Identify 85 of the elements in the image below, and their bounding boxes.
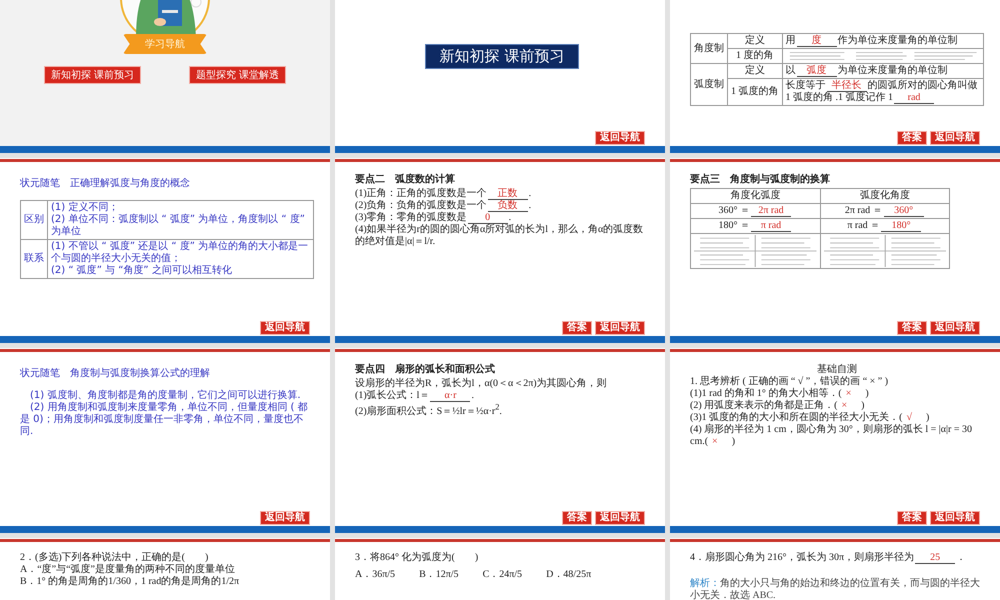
text-line: (3)零角：零角的弧度数是 0 . <box>355 212 512 224</box>
section-heading: 基础自测 <box>816 362 858 376</box>
answer-text: √ <box>906 412 912 423</box>
answer-text: × <box>840 400 848 411</box>
table-cell: 弧度制 <box>690 64 728 106</box>
note-title: 状元随笔 角度制与弧度制换算公式的理解 <box>20 366 211 380</box>
answer-text: 半径长 <box>826 80 866 92</box>
answer-text: π rad <box>751 220 791 232</box>
answer-text: 360° <box>884 205 924 217</box>
text-line: 以 弧度 为单位来度量角的单位制 <box>786 65 948 77</box>
text-line: 1 度的角 <box>735 50 774 62</box>
text-line: (1)正角：正角的弧度数是一个 正数 . <box>355 188 532 200</box>
text-line: 2．(多选)下列各种说法中，正确的是( ) <box>20 552 210 564</box>
note-title: 状元随笔 正确理解弧度与角度的概念 <box>20 176 191 190</box>
answer-text: × <box>711 436 719 447</box>
nav-link[interactable]: 题型探究 课堂解透 <box>189 66 286 84</box>
text-line: 设扇形的半径为R，弧长为l，α(0＜α＜2π)为其圆心角，则 <box>355 378 608 390</box>
answer-text: 25 <box>915 552 956 564</box>
text-line: 360° ＝ 2π rad <box>694 205 816 217</box>
option-text: C．24π/5 <box>482 568 522 581</box>
text-line: 定义 <box>744 65 766 77</box>
answer-text: α·r <box>430 390 470 402</box>
text-line: (1) 不管以 “ 弧度” 还是以 “ 度” 为单位的角的大小都是一个与圆的半径大小无关的值； <box>51 241 310 264</box>
option-text: D．48/25π <box>546 568 592 581</box>
section-heading: 要点三 角度制与弧度制的换算 <box>690 172 831 186</box>
answer-text: 180° <box>881 220 922 232</box>
nav-button[interactable]: 答案 <box>897 131 927 145</box>
nav-button[interactable]: 返回导航 <box>930 321 980 335</box>
text-line: 3．将864° 化为弧度为( ) <box>355 552 480 564</box>
analysis-text: 解析：角的大小只与角的始边和终边的位置有关，而与圆的半径大小无关．故选 ABC. <box>690 578 981 600</box>
table-cell: 角度制 <box>690 34 728 64</box>
nav-button[interactable]: 答案 <box>897 511 927 525</box>
nav-button[interactable]: 答案 <box>897 321 927 335</box>
nav-link[interactable]: 新知初探 课前预习 <box>44 66 141 84</box>
text-line: 1. 思考辨析 ( 正确的画 “ √ ”，错误的画 “ × ” ) <box>690 376 890 388</box>
text-line: 定义 <box>744 35 766 47</box>
text-line: 180° ＝ π rad <box>694 220 816 232</box>
text-line: A．“度”与“弧度”是度量角的两种不同的度量单位 <box>20 564 236 576</box>
text-line: 1 弧度的角 <box>731 86 778 98</box>
text-line: π rad ＝ 180° <box>824 220 946 232</box>
paragraph: (1) 弧度制、角度制都是角的度量制，它们之间可以进行换算. <box>29 390 302 402</box>
text-line: (2)扇形面积公式：S＝½lr＝½α·r$^{2}$. <box>355 402 503 418</box>
text-line: 2π rad ＝ 360° <box>824 205 946 217</box>
nav-button[interactable]: 答案 <box>562 321 592 335</box>
table-cell: 区别 <box>20 200 48 240</box>
text-line: (4) 扇形的半径为 1 cm，圆心角为 30°，则扇形的弧长 l = |α|r = 30 cm.( × ) <box>690 424 974 448</box>
column-header: 角度化弧度 <box>690 188 820 204</box>
table-cell: 联系 <box>20 240 48 278</box>
text-line: 长度等于 半径长 的圆弧所对的圆心角叫做 1 弧度的角 .1 弧度记作 1 rad <box>786 80 978 104</box>
answer-text: 正数 <box>488 188 528 200</box>
text-line: 用 度 作为单位来度量角的单位制 <box>786 35 958 47</box>
nav-button[interactable]: 答案 <box>562 511 592 525</box>
text-line: (2)负角：负角的弧度数是一个 负数 . <box>355 200 532 212</box>
section-heading: 要点二 弧度数的计算 <box>355 172 456 186</box>
answer-text: 度 <box>796 35 836 47</box>
text-line: (1)1 rad 的角和 1° 的角大小相等．( × ) <box>690 388 870 400</box>
option-text: A．36π/5 <box>355 568 396 581</box>
answer-text: 0 <box>468 212 508 224</box>
text-line: (2) 用弧度来表示的角都是正角．( × ) <box>690 400 866 412</box>
banner-title: 学习导航 <box>123 34 207 54</box>
nav-button[interactable]: 返回导航 <box>260 511 310 525</box>
text-line: (1)弧长公式：l＝ α·r . <box>355 390 475 402</box>
text-line: (1) 定义不同； <box>51 202 120 214</box>
text-line: (2) “ 弧度” 与 “角度” 之间可以相互转化 <box>51 265 233 277</box>
nav-button[interactable]: 返回导航 <box>595 511 645 525</box>
text-line: (4)如果半径为r的圆的圆心角α所对弧的长为l，那么，角α的弧度数的绝对值是|α|＝l/r. <box>355 224 644 248</box>
nav-button[interactable]: 返回导航 <box>595 131 645 145</box>
answer-text: × <box>844 388 852 399</box>
column-header: 弧度化角度 <box>820 188 950 204</box>
text-line: B．1° 的角是周角的1/360，1 rad的角是周角的1/2π <box>20 576 240 588</box>
nav-button[interactable]: 返回导航 <box>260 321 310 335</box>
answer-text: 弧度 <box>796 65 836 77</box>
answer-text: 2π rad <box>751 205 791 217</box>
text-line: 4．扇形圆心角为 216°，弧长为 30π，则扇形半径为 25 ． <box>690 552 968 564</box>
text-line: (2) 单位不同：弧度制以 “ 弧度” 为单位，角度制以 “ 度” 为单位 <box>51 214 306 238</box>
nav-button[interactable]: 返回导航 <box>595 321 645 335</box>
answer-text: rad <box>894 92 934 104</box>
option-text: B．12π/5 <box>419 568 459 581</box>
text-line: (3)1 弧度的角的大小和所在圆的半径大小无关．( √ ) <box>690 412 930 424</box>
nav-button[interactable]: 返回导航 <box>930 131 980 145</box>
section-title: 新知初探 课前预习 <box>424 44 580 69</box>
section-heading: 要点四 扇形的弧长和面积公式 <box>355 362 496 376</box>
paragraph: (2) 用角度制和弧度制来度量零角，单位不同，但量度相同 ( 都是 0)；用角度制和弧度制度量任一非零角，单位不同，量度也不同. <box>20 402 309 438</box>
nav-button[interactable]: 返回导航 <box>930 511 980 525</box>
answer-text: 负数 <box>488 200 528 212</box>
